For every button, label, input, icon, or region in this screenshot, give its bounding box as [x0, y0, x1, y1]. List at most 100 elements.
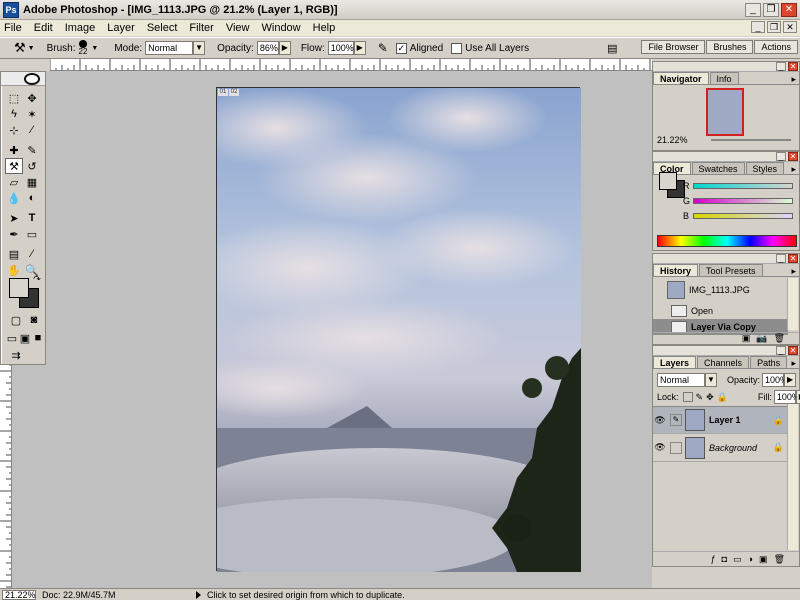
gradient-tool-icon[interactable]: ▦ [23, 174, 41, 190]
background-link-icon[interactable] [670, 441, 682, 454]
menu-help[interactable]: Help [307, 22, 342, 34]
flow-slider-icon[interactable]: ▶ [353, 41, 366, 55]
layer-row-layer-1[interactable]: 👁 ✎ Layer 1 🔒 [653, 406, 788, 434]
aligned-checkbox[interactable]: ✓ [395, 42, 407, 54]
eyedropper-tool-icon[interactable]: ⁄ [23, 246, 41, 262]
mode-select[interactable]: Normal [145, 41, 194, 55]
tab-channels[interactable]: Channels [697, 356, 750, 368]
type-tool-icon[interactable]: T [23, 210, 41, 226]
clone-stamp-tool-icon[interactable]: ⚒ [14, 40, 26, 56]
lasso-tool-icon[interactable]: ϟ [5, 106, 23, 122]
menu-image[interactable]: Image [59, 22, 102, 34]
tab-actions[interactable]: Actions [754, 40, 798, 54]
layers-menu-icon[interactable]: ▸ [791, 358, 796, 369]
tab-styles[interactable]: Styles [745, 162, 785, 174]
navigator-zoom-slider[interactable] [711, 139, 791, 141]
hand-tool-icon[interactable]: ✋ [5, 262, 23, 278]
navigator-thumbnail[interactable] [706, 88, 744, 136]
layer-1-name[interactable]: Layer 1 [709, 415, 741, 425]
new-set-icon[interactable]: ▭ [733, 554, 742, 565]
path-selection-tool-icon[interactable]: ➤ [5, 210, 23, 226]
screen-mode-full-icon[interactable]: ■ [31, 330, 45, 346]
shape-tool-icon[interactable]: ▭ [23, 226, 41, 242]
navigator-close-icon[interactable]: ✕ [788, 62, 798, 71]
history-minimize-icon[interactable]: _ [776, 254, 786, 263]
background-name[interactable]: Background [709, 443, 757, 453]
layer-1-brush-icon[interactable]: ✎ [670, 414, 682, 426]
color-menu-icon[interactable]: ▸ [791, 164, 796, 175]
status-menu-arrow-icon[interactable] [196, 590, 201, 599]
navigator-menu-icon[interactable]: ▸ [791, 74, 796, 85]
menu-file[interactable]: File [0, 22, 28, 34]
history-close-icon[interactable]: ✕ [788, 254, 798, 263]
menu-edit[interactable]: Edit [28, 22, 59, 34]
clone-stamp-tool-icon[interactable]: ⚒ [5, 158, 23, 174]
menu-layer[interactable]: Layer [101, 22, 141, 34]
color-foreground-swatch[interactable] [659, 172, 677, 190]
lock-transparency-icon[interactable] [682, 392, 693, 402]
fill-slider-icon[interactable]: ▶ [795, 390, 800, 404]
healing-brush-tool-icon[interactable]: ✚ [5, 142, 23, 158]
blue-slider[interactable] [693, 213, 793, 219]
navigator-minimize-icon[interactable]: _ [776, 62, 786, 71]
restore-button[interactable]: ❐ [763, 2, 779, 17]
dodge-tool-icon[interactable]: ◐ [23, 190, 41, 206]
jump-to-imageready-icon[interactable]: ⇉ [7, 347, 25, 363]
menu-window[interactable]: Window [256, 22, 307, 34]
new-adjustment-layer-icon[interactable]: ◑ [748, 554, 753, 564]
layer-opacity-input[interactable]: 100% [762, 373, 788, 387]
layers-scrollbar[interactable] [787, 404, 798, 550]
screen-mode-standard-icon[interactable]: ▭ [5, 330, 19, 346]
menu-select[interactable]: Select [141, 22, 184, 34]
document-tab-1[interactable]: 01 [218, 89, 228, 96]
tab-tool-presets[interactable]: Tool Presets [699, 264, 763, 276]
blend-mode-dropdown-icon[interactable]: ▼ [705, 373, 717, 387]
tab-file-browser[interactable]: File Browser [641, 40, 706, 54]
document-window[interactable]: 01 02 [216, 87, 581, 572]
tool-preset-chevron-icon[interactable]: ▼ [28, 45, 35, 52]
flow-input[interactable]: 100% [327, 41, 354, 55]
adobe-online-icon[interactable] [24, 73, 40, 85]
history-scrollbar[interactable] [787, 278, 798, 330]
use-all-layers-checkbox[interactable] [451, 42, 463, 54]
status-doc-size[interactable]: Doc: 22.9M/45.7M [42, 590, 182, 600]
lock-position-icon[interactable]: ✥ [706, 392, 714, 403]
eraser-tool-icon[interactable]: ▱ [5, 174, 23, 190]
marquee-tool-icon[interactable]: ⬚ [5, 90, 23, 106]
menu-filter[interactable]: Filter [183, 22, 219, 34]
brush-tool-icon[interactable]: ✎ [23, 142, 41, 158]
color-minimize-icon[interactable]: _ [776, 152, 786, 161]
slice-tool-icon[interactable]: ⁄ [23, 122, 41, 138]
airbrush-icon[interactable]: ✎ [378, 41, 388, 55]
blend-mode-select[interactable]: Normal [657, 373, 705, 387]
tab-paths[interactable]: Paths [750, 356, 788, 368]
add-layer-style-icon[interactable]: ƒ [711, 554, 716, 564]
doc-minimize-button[interactable]: _ [751, 21, 765, 33]
green-slider[interactable] [693, 198, 793, 204]
navigator-zoom-value[interactable]: 21.22% [657, 135, 688, 145]
lock-image-icon[interactable]: ✎ [696, 392, 704, 403]
opacity-slider-icon[interactable]: ▶ [278, 41, 291, 55]
tab-navigator[interactable]: Navigator [653, 72, 709, 84]
tab-info[interactable]: Info [709, 72, 739, 84]
history-menu-icon[interactable]: ▸ [791, 266, 796, 277]
quick-mask-mode-icon[interactable]: ◙ [25, 312, 43, 328]
new-document-from-state-icon[interactable]: ▣ [742, 333, 751, 344]
close-button[interactable]: ✕ [781, 2, 797, 17]
layer-1-visibility-icon[interactable]: 👁 [653, 415, 667, 426]
color-spectrum-bar[interactable] [657, 235, 797, 247]
history-brush-tool-icon[interactable]: ↺ [23, 158, 41, 174]
tab-history[interactable]: History [653, 264, 699, 276]
status-zoom-field[interactable]: 21.22% [2, 589, 36, 600]
menu-view[interactable]: View [220, 22, 256, 34]
tab-layers[interactable]: Layers [653, 356, 697, 368]
doc-restore-button[interactable]: ❐ [767, 21, 781, 33]
minimize-button[interactable]: _ [745, 2, 761, 17]
palette-well-icon[interactable]: ▤ [607, 42, 617, 55]
magic-wand-tool-icon[interactable]: ✶ [23, 106, 41, 122]
document-tab-2[interactable]: 02 [229, 89, 239, 96]
mode-dropdown-icon[interactable]: ▼ [193, 41, 206, 55]
delete-layer-icon[interactable]: 🗑 [774, 554, 785, 565]
horizontal-ruler[interactable] [50, 59, 652, 71]
toolbox-header[interactable] [1, 72, 45, 86]
